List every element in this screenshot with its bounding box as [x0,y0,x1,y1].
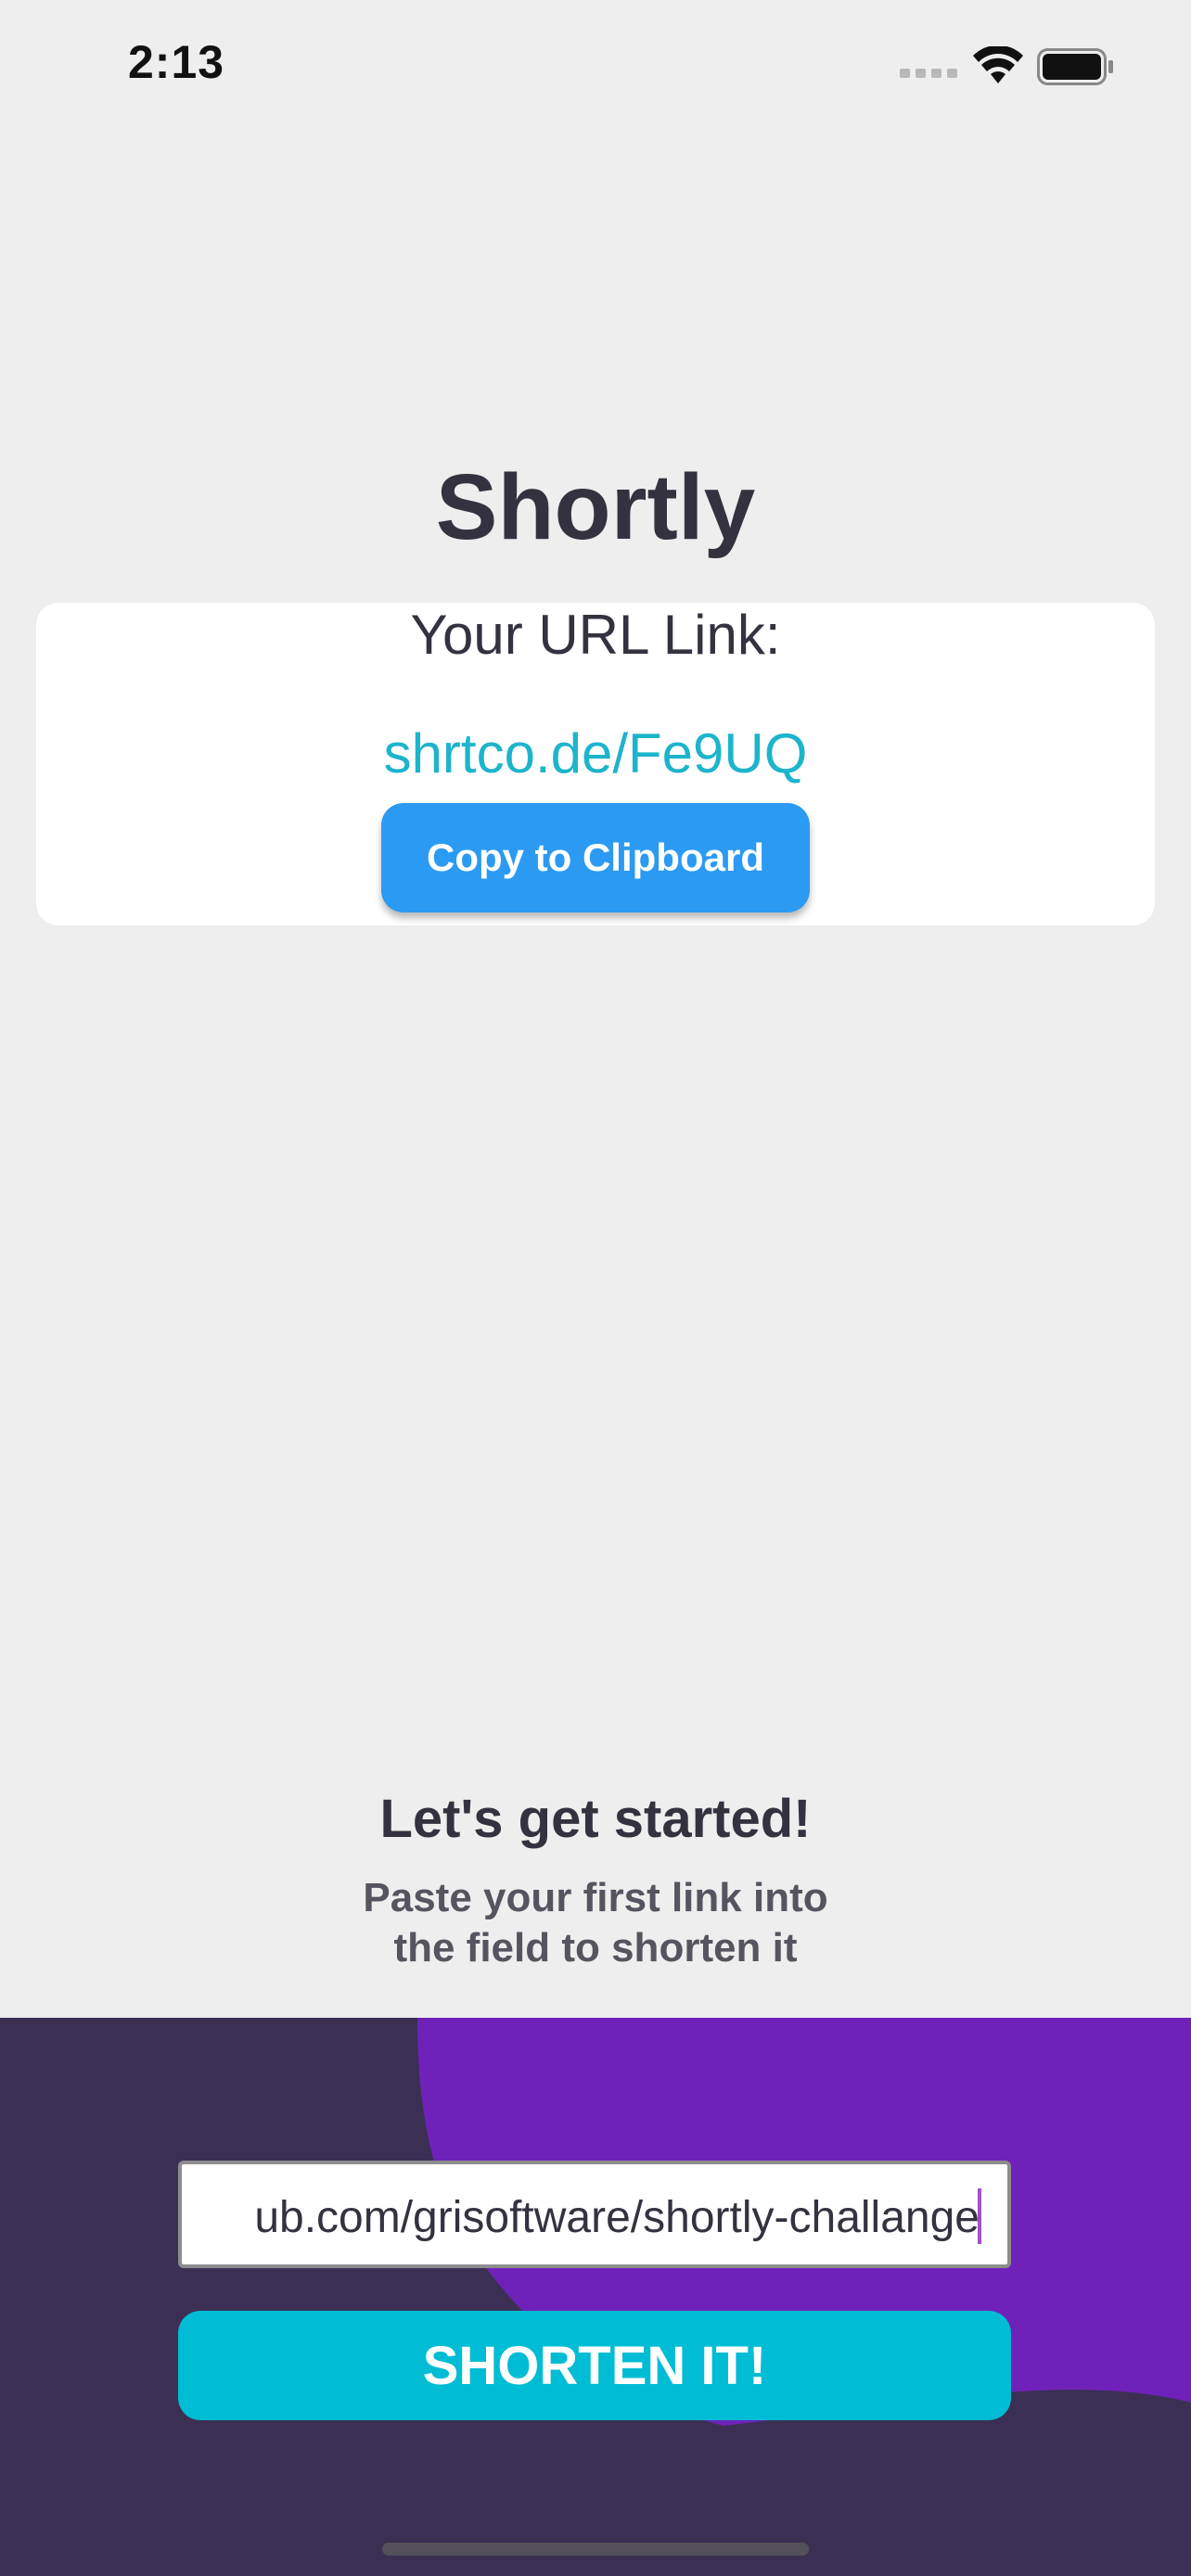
cellular-signal-icon [900,69,957,78]
text-cursor [978,2188,981,2244]
intro-heading: Let's get started! [379,1789,812,1849]
background-shape [417,2018,1191,2426]
url-input-value: ub.com/grisoftware/shortly-challange [254,2193,980,2242]
copy-to-clipboard-button[interactable]: Copy to Clipboard [381,803,810,912]
intro-text: Paste your first link into the field to … [363,1875,828,1970]
home-indicator [382,2543,809,2556]
app-title: Shortly [435,455,756,559]
shorten-button[interactable]: SHORTEN IT! [178,2311,1011,2420]
shorten-form-panel: ub.com/grisoftware/shortly-challange SHO… [0,2018,1191,2576]
wifi-icon [973,46,1023,83]
shortened-url: shrtco.de/Fe9UQ [383,722,808,784]
status-bar: 2:13 [0,0,1191,130]
status-time: 2:13 [128,36,225,88]
battery-icon [1037,48,1113,85]
shortened-link-card: Your URL Link: shrtco.de/Fe9UQ Copy to C… [36,603,1155,925]
url-input[interactable]: ub.com/grisoftware/shortly-challange [178,2161,1011,2268]
url-link-label: Your URL Link: [410,604,781,666]
